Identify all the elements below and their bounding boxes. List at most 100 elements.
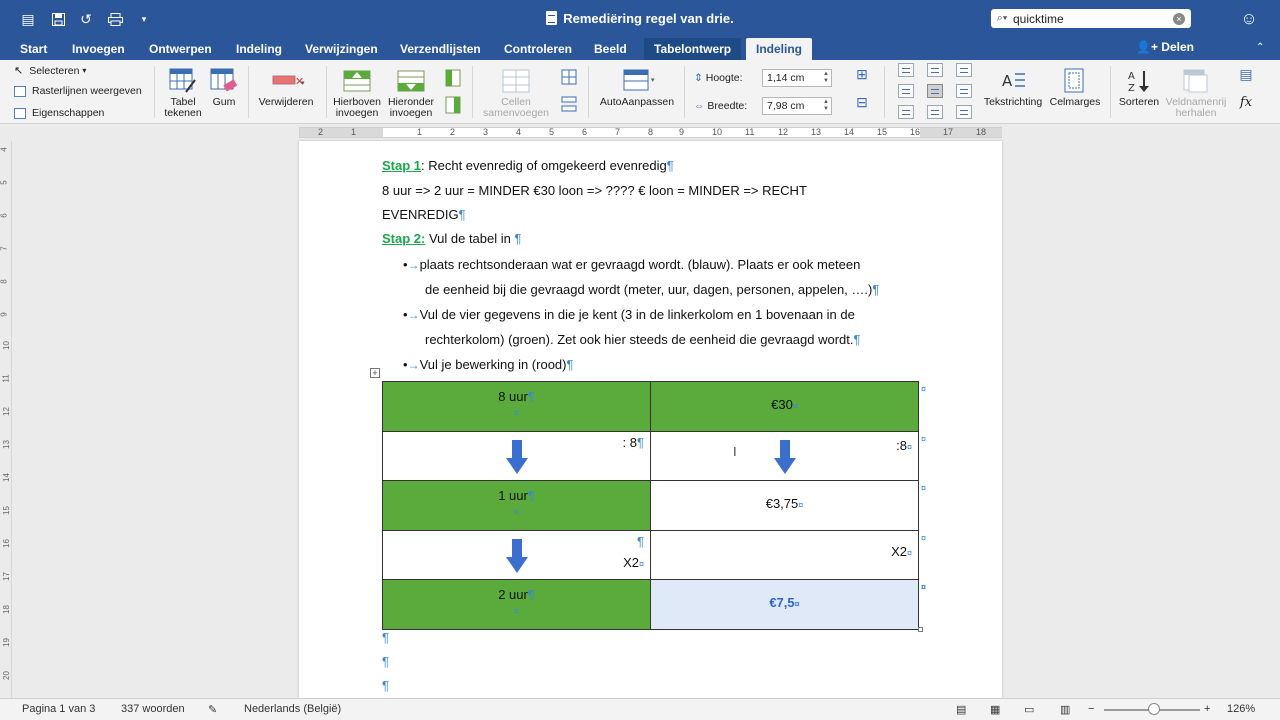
bullet-item[interactable]: •→Vul je bewerking in (rood)¶ (403, 357, 573, 372)
eraser-button[interactable]: Gum (206, 68, 242, 108)
align-bottom-right-icon[interactable] (956, 105, 972, 119)
ruler-number: 5 (549, 127, 555, 137)
merge-cells-button[interactable]: Cellen samenvoegen (480, 68, 552, 119)
tab-ontwerpen[interactable]: Ontwerpen (139, 38, 222, 60)
tab-indeling[interactable]: Indeling (226, 38, 292, 60)
bullet-item[interactable]: •→Vul de vier gegevens in die je kent (3… (403, 307, 855, 322)
document-page[interactable]: Stap 1: Recht evenredig of omgekeerd eve… (299, 141, 1002, 698)
tab-invoegen[interactable]: Invoegen (62, 38, 135, 60)
autofit-button[interactable]: ▾ AutoAanpassen (596, 68, 678, 108)
align-center-icon[interactable] (927, 84, 943, 98)
ruler-bar[interactable]: 2 1 1 2 3 4 5 6 7 8 9 10 11 12 13 14 15 … (299, 127, 1002, 138)
align-center-right-icon[interactable] (956, 84, 972, 98)
bullet-item[interactable]: •→plaats rechtsonderaan wat er gevraagd … (403, 257, 860, 272)
zoom-out-icon[interactable]: − (1088, 703, 1094, 715)
print-layout-view-icon[interactable]: ▤ (956, 703, 966, 716)
tab-verzendlijsten[interactable]: Verzendlijsten (390, 38, 491, 60)
search-box[interactable]: ⌕▾ quicktime × (991, 9, 1191, 28)
table-cell[interactable]: I :8¤ ¤ (650, 430, 926, 482)
word-document-icon (546, 11, 558, 25)
horizontal-ruler[interactable]: 2 1 1 2 3 4 5 6 7 8 9 10 11 12 13 14 15 … (0, 124, 1280, 141)
search-input[interactable]: quicktime (1013, 12, 1173, 26)
reasoning-line[interactable]: 8 uur => 2 uur = MINDER €30 loon => ????… (382, 183, 807, 198)
zoom-slider-handle[interactable] (1148, 703, 1160, 715)
table-resize-handle[interactable] (918, 627, 923, 632)
align-bottom-left-icon[interactable] (898, 105, 914, 119)
focus-view-icon[interactable]: ▭ (1024, 703, 1034, 716)
word-count[interactable]: 337 woorden (121, 703, 185, 715)
insert-above-button[interactable]: Hierboven invoegen (330, 68, 384, 119)
width-input[interactable]: 7,98 cm ▲ ▼ (762, 97, 832, 115)
height-stepper-icon[interactable]: ▲ ▼ (823, 71, 829, 85)
draw-table-button[interactable]: Tabel tekenen (161, 68, 205, 119)
insert-below-label: Hieronder invoegen (387, 96, 435, 119)
align-bottom-center-icon[interactable] (927, 105, 943, 119)
tab-beeld[interactable]: Beeld (584, 38, 637, 60)
table-cell[interactable]: : 8¶ (382, 430, 651, 482)
answer-cell[interactable]: €7,5¤ ¤ (650, 579, 926, 630)
align-top-center-icon[interactable] (927, 63, 943, 77)
share-button[interactable]: 👤+ Delen (1136, 40, 1194, 54)
table-cell[interactable]: ¶ X2¤ (382, 529, 651, 581)
step1-paragraph[interactable]: Stap 1: Recht evenredig of omgekeerd eve… (382, 158, 674, 173)
bullet-item-cont[interactable]: de eenheid bij die gevraagd wordt (meter… (425, 282, 879, 297)
tab-controleren[interactable]: Controleren (494, 38, 582, 60)
align-top-left-icon[interactable] (898, 63, 914, 77)
width-stepper-icon[interactable]: ▲ ▼ (823, 99, 829, 113)
table-cell[interactable]: €30¤ ¤ (650, 381, 926, 432)
cell-margins-button[interactable]: Celmarges (1046, 68, 1104, 108)
distribute-rows-button[interactable]: ⊞ (852, 67, 872, 82)
select-button[interactable]: ↖ Selecteren ▾ (14, 64, 86, 78)
proofing-icon[interactable]: ✎ (208, 703, 217, 716)
bullet-item-cont[interactable]: rechterkolom) (groen). Zet ook hier stee… (425, 332, 861, 347)
tab-tabel-indeling[interactable]: Indeling (746, 38, 812, 60)
clear-search-icon[interactable]: × (1173, 12, 1185, 25)
distribute-columns-button[interactable]: ⊟ (852, 95, 872, 110)
delete-button[interactable]: ✕ ▾ Verwijderen (254, 68, 318, 108)
convert-to-text-button[interactable]: ▤ (1236, 67, 1256, 82)
zoom-in-icon[interactable]: + (1204, 703, 1210, 715)
bullet2-line1: Vul de vier gegevens in die je kent (3 i… (419, 307, 855, 322)
feedback-smiley-icon[interactable]: ☺ (1238, 9, 1260, 29)
page-count[interactable]: Pagina 1 van 3 (22, 703, 95, 715)
formula-button[interactable]: fx (1236, 96, 1256, 109)
zoom-level[interactable]: 126% (1227, 703, 1255, 715)
table-cell[interactable]: 2 uur¶ ¤ (382, 579, 651, 630)
tab-verwijzingen[interactable]: Verwijzingen (295, 38, 388, 60)
table-cell[interactable]: €3,75¤ ¤ (650, 480, 926, 531)
split-table-button[interactable] (560, 96, 578, 115)
height-input[interactable]: 1,14 cm ▲ ▼ (762, 69, 832, 87)
empty-paragraph-mark[interactable]: ¶ (382, 630, 389, 645)
tab-tabelontwerp[interactable]: Tabelontwerp (644, 38, 742, 60)
row-end-mark-icon: ¤ (920, 433, 926, 444)
step2-paragraph[interactable]: Stap 2: Vul de tabel in ¶ (382, 231, 521, 246)
text-direction-button[interactable]: A Tekstrichting (982, 68, 1044, 108)
table-cell[interactable]: 8 uur¶ ¤ (382, 381, 651, 432)
collapse-ribbon-icon[interactable]: ⌃ (1256, 42, 1264, 53)
web-layout-view-icon[interactable]: ▦ (990, 703, 1000, 716)
align-top-right-icon[interactable] (956, 63, 972, 77)
view-gridlines-button[interactable]: Rasterlijnen weergeven (14, 85, 142, 97)
reasoning-line-cont-text: EVENREDIG (382, 207, 459, 222)
svg-text:▾: ▾ (651, 76, 655, 84)
language[interactable]: Nederlands (België) (244, 703, 341, 715)
reasoning-line-cont[interactable]: EVENREDIG¶ (382, 207, 466, 222)
empty-paragraph-mark[interactable]: ¶ (382, 654, 389, 669)
ratio-table[interactable]: 8 uur¶ ¤ €30¤ ¤ : 8¶ I :8¤ ¤ 1 uur¶ ¤ €3… (382, 381, 926, 630)
properties-button[interactable]: Eigenschappen (14, 107, 104, 119)
cell-content: 1 uur¶ ¤ (383, 488, 650, 518)
tab-start[interactable]: Start (10, 38, 57, 60)
align-center-left-icon[interactable] (898, 84, 914, 98)
vertical-ruler[interactable]: 4 5 6 7 8 9 10 11 12 13 14 15 16 17 18 1… (0, 141, 12, 698)
insert-below-button[interactable]: Hieronder invoegen (384, 68, 438, 119)
table-cell[interactable]: 1 uur¶ ¤ (382, 480, 651, 531)
split-cells-button[interactable] (560, 69, 578, 88)
table-move-handle-icon[interactable]: + (370, 368, 380, 378)
sort-button[interactable]: AZ Sorteren (1114, 68, 1164, 108)
empty-paragraph-mark[interactable]: ¶ (382, 678, 389, 693)
insert-left-button[interactable] (444, 69, 462, 90)
insert-right-button[interactable] (444, 96, 462, 117)
read-view-icon[interactable]: ▥ (1060, 703, 1070, 716)
repeat-header-rows-button[interactable]: Veldnamenrij herhalen (1164, 68, 1228, 119)
table-cell[interactable]: X2¤ ¤ (650, 529, 926, 581)
